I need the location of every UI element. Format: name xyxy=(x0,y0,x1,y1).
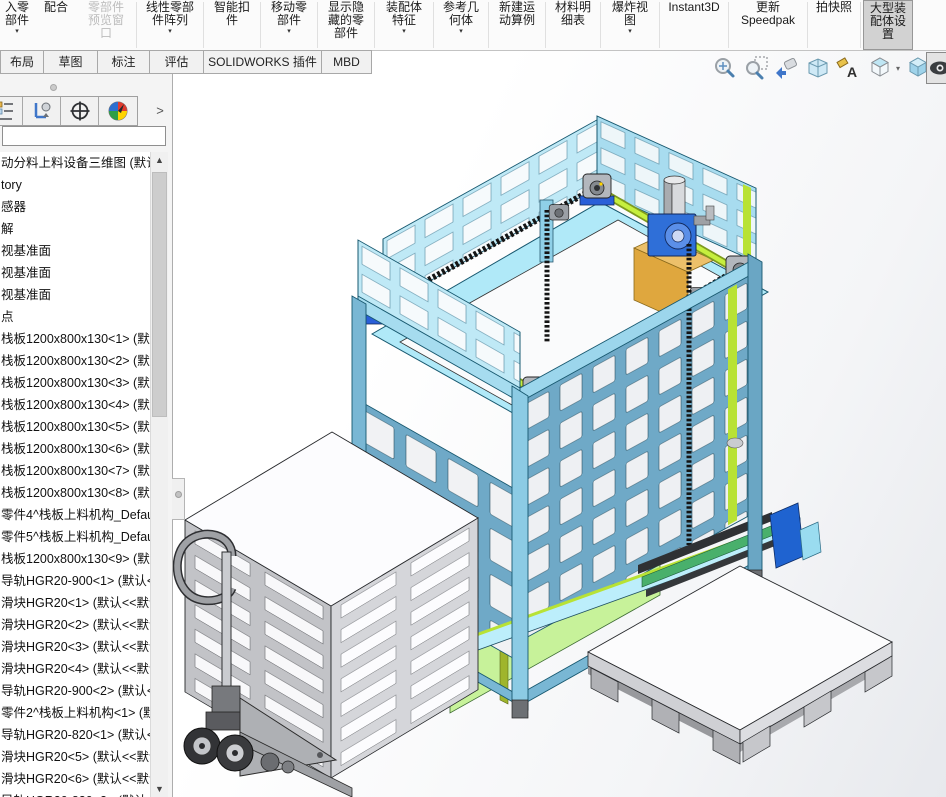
feature-manager-panel: > 动分料上料设备三维图 (默认<tory感器解视基准面视基准面视基准面点栈板1… xyxy=(0,74,173,797)
svg-text:A: A xyxy=(847,64,857,80)
annotation-views-icon[interactable]: A xyxy=(836,55,862,81)
tree-item[interactable]: 栈板1200x800x130<4> (默认 xyxy=(0,394,150,416)
property-manager-tab[interactable] xyxy=(23,97,61,125)
tab-sketch[interactable]: 草图 xyxy=(44,50,98,74)
tree-item[interactable]: 零件5^栈板上料机构_Default xyxy=(0,526,150,548)
tree-item[interactable]: 零件2^栈板上料机构<1> (默 xyxy=(0,702,150,724)
tab-layout[interactable]: 布局 xyxy=(0,50,44,74)
tree-item[interactable]: 导轨HGR20-820<1> (默认< xyxy=(0,724,150,746)
zoom-to-area-icon[interactable] xyxy=(743,55,769,81)
tree-item[interactable]: 栈板1200x800x130<2> (默认 xyxy=(0,350,150,372)
feature-tree: 动分料上料设备三维图 (默认<tory感器解视基准面视基准面视基准面点栈板120… xyxy=(0,152,150,797)
tree-item[interactable]: 点 xyxy=(0,306,150,328)
tree-filter-input[interactable] xyxy=(2,126,166,146)
headsup-view-toolbar: A ▾ ▾ xyxy=(712,55,938,81)
zoom-to-fit-icon[interactable] xyxy=(712,55,738,81)
tree-item[interactable]: 滑块HGR20<3> (默认<<默认 xyxy=(0,636,150,658)
tree-item[interactable]: 解 xyxy=(0,218,150,240)
tree-item[interactable]: 栈板1200x800x130<3> (默认 xyxy=(0,372,150,394)
tree-item[interactable]: 栈板1200x800x130<7> (默认 xyxy=(0,460,150,482)
tab-annotation[interactable]: 标注 xyxy=(98,50,150,74)
panel-collapse-handle[interactable] xyxy=(172,478,185,520)
tree-item[interactable]: 滑块HGR20<4> (默认<<默认 xyxy=(0,658,150,680)
panel-tab-strip xyxy=(0,96,138,126)
section-view-icon[interactable] xyxy=(805,55,831,81)
tree-item[interactable]: 栈板1200x800x130<9> (默认 xyxy=(0,548,150,570)
panel-splitter-dot[interactable] xyxy=(50,84,57,91)
view-orientation-caret[interactable]: ▾ xyxy=(896,64,900,73)
tab-evaluate[interactable]: 评估 xyxy=(150,50,204,74)
display-manager-tab[interactable] xyxy=(99,97,137,125)
configuration-manager-tab[interactable] xyxy=(61,97,99,125)
tree-item[interactable]: 栈板1200x800x130<8> (默认 xyxy=(0,482,150,504)
panel-expand-arrow[interactable]: > xyxy=(150,96,170,124)
tree-item[interactable]: 零件4^栈板上料机构_Default xyxy=(0,504,150,526)
scroll-up-arrow[interactable]: ▲ xyxy=(151,152,168,168)
tree-item[interactable]: 滑块HGR20<5> (默认<<默认 xyxy=(0,746,150,768)
tree-item[interactable]: tory xyxy=(0,174,150,196)
tree-item[interactable]: 滑块HGR20<2> (默认<<默认 xyxy=(0,614,150,636)
tab-mbd[interactable]: MBD xyxy=(322,50,372,74)
tree-item[interactable]: 导轨HGR20-820<2> (默认 xyxy=(0,790,150,797)
tree-item[interactable]: 导轨HGR20-900<1> (默认< xyxy=(0,570,150,592)
scroll-down-arrow[interactable]: ▼ xyxy=(151,781,168,797)
tab-solidworks-addins[interactable]: SOLIDWORKS 插件 xyxy=(204,50,322,74)
tree-item[interactable]: 感器 xyxy=(0,196,150,218)
tree-item[interactable]: 滑块HGR20<6> (默认<<默认 xyxy=(0,768,150,790)
hide-show-items-button[interactable] xyxy=(926,52,946,84)
feature-manager-tree-tab[interactable] xyxy=(0,97,23,125)
tree-item[interactable]: 栈板1200x800x130<6> (默认 xyxy=(0,438,150,460)
previous-view-icon[interactable] xyxy=(774,55,800,81)
tree-item[interactable]: 导轨HGR20-900<2> (默认< xyxy=(0,680,150,702)
tree-item[interactable]: 动分料上料设备三维图 (默认< xyxy=(0,152,150,174)
tree-item[interactable]: 视基准面 xyxy=(0,284,150,306)
tree-item[interactable]: 栈板1200x800x130<5> (默认 xyxy=(0,416,150,438)
tree-item[interactable]: 滑块HGR20<1> (默认<<默认 xyxy=(0,592,150,614)
scrollbar-thumb[interactable] xyxy=(152,172,167,417)
view-orientation-icon[interactable] xyxy=(867,55,893,81)
tree-item[interactable]: 视基准面 xyxy=(0,262,150,284)
tree-item[interactable]: 视基准面 xyxy=(0,240,150,262)
command-tabs: 布局草图标注评估SOLIDWORKS 插件MBD xyxy=(0,50,372,74)
tree-sc비rollbar[interactable]: ▲ ▼ xyxy=(150,152,168,797)
tree-item[interactable]: 栈板1200x800x130<1> (默认 xyxy=(0,328,150,350)
